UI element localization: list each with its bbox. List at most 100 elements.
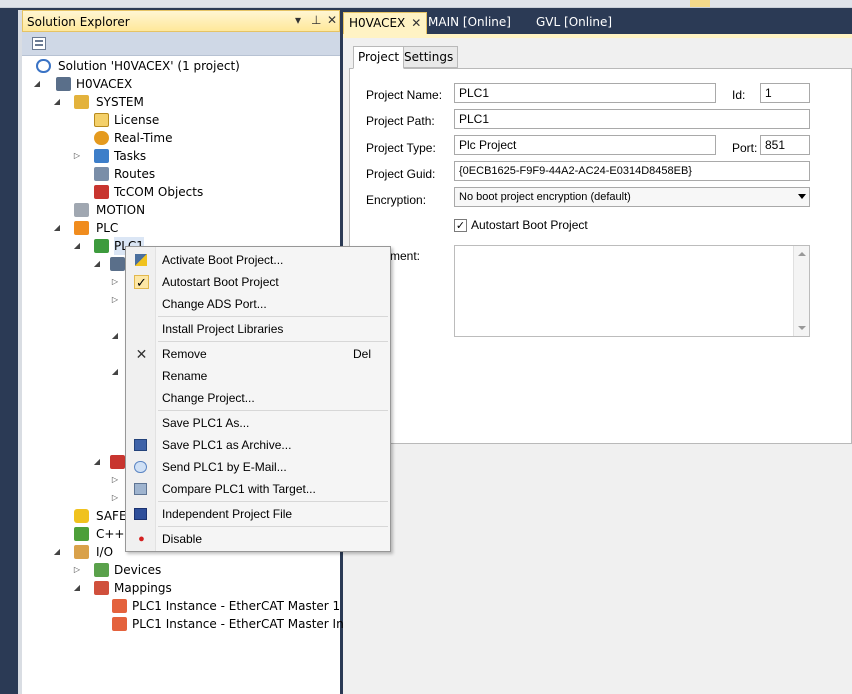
expand-toggle[interactable]: ◢ [32,75,42,93]
solution-icon [36,59,51,73]
cpp-icon [74,527,89,541]
project-guid-field[interactable]: {0ECB1625-F9F9-44A2-AC24-E0314D8458EB} [454,161,810,181]
tab-main-online[interactable]: MAIN [Online] [423,12,516,34]
tree-item-label: Routes [114,167,156,181]
tree-item-tasks[interactable]: ▷ Tasks [72,147,332,165]
autostart-checkbox[interactable]: ✓ [454,219,467,232]
expand-toggle[interactable]: ◢ [52,219,62,237]
tree-item-label: Devices [114,563,162,577]
tree-item-label: SYSTEM [96,95,144,109]
project-path-field[interactable]: PLC1 [454,109,810,129]
safety-icon [74,509,89,523]
mappings-icon [94,581,109,595]
menu-item-remove[interactable]: ✕ Remove Del [126,343,390,365]
solution-explorer-title-bar: Solution Explorer ▾ ⊥ ✕ [22,10,340,32]
id-label: Id: [732,88,746,102]
pin-icon[interactable]: ⊥ [311,13,321,27]
id-field[interactable]: 1 [760,83,810,103]
plc1-icon [94,239,109,253]
tree-item-mapping-master-1[interactable]: PLC1 Instance - EtherCAT Master 1 [112,597,340,615]
tree-item-label: Real-Time [114,131,173,145]
solution-explorer-title: Solution Explorer [27,15,130,29]
tree-item-h0vacex[interactable]: ◢ H0VACEX [32,75,332,93]
menu-item-label: Save PLC1 As... [162,416,250,430]
menu-item-independent-project-file[interactable]: Independent Project File [126,503,390,525]
menu-item-label: Autostart Boot Project [162,275,279,289]
system-icon [74,95,89,109]
tree-item-label: License [114,113,160,127]
tree-item-mappings[interactable]: ◢ Mappings [72,579,332,597]
context-menu: Activate Boot Project... ✓ Autostart Boo… [125,246,391,552]
motion-icon [74,203,89,217]
expand-toggle[interactable]: ◢ [72,579,82,597]
expand-toggle[interactable]: ◢ [72,237,82,255]
editor-body: Project Settings Project Name: PLC1 Id: … [343,34,852,694]
menu-item-autostart-boot-project[interactable]: ✓ Autostart Boot Project [126,271,390,293]
expand-toggle[interactable]: ◢ [52,543,62,561]
expand-toggle[interactable]: ▷ [72,147,82,165]
tree-item-label: TcCOM Objects [114,185,204,199]
scroll-down-icon[interactable] [798,326,806,330]
tree-item-label: Solution 'H0VACEX' (1 project) [58,59,240,73]
properties-toolbar-icon[interactable] [32,37,46,50]
menu-item-change-ads-port[interactable]: Change ADS Port... [126,293,390,315]
menu-item-send-by-email[interactable]: Send PLC1 by E-Mail... [126,456,390,478]
tree-item-devices[interactable]: ▷ Devices [72,561,332,579]
remove-icon: ✕ [135,346,148,362]
menu-item-label: Save PLC1 as Archive... [162,438,292,452]
devices-icon [94,563,109,577]
menu-item-activate-boot-project[interactable]: Activate Boot Project... [126,249,390,271]
close-panel-icon[interactable]: ✕ [327,13,337,27]
plc-project-icon [110,257,125,271]
menu-item-save-as[interactable]: Save PLC1 As... [126,412,390,434]
menu-item-label: Change ADS Port... [162,297,267,311]
menu-item-save-as-archive[interactable]: Save PLC1 as Archive... [126,434,390,456]
top-toolbar-strip [0,0,852,8]
project-type-label: Project Type: [366,141,436,155]
menu-item-label: Install Project Libraries [162,322,284,336]
expand-toggle[interactable]: ◢ [52,93,62,111]
tree-item-tccom-objects[interactable]: TcCOM Objects [94,183,334,201]
project-type-field[interactable]: Plc Project [454,135,716,155]
menu-item-compare-with-target[interactable]: Compare PLC1 with Target... [126,478,390,500]
tree-item-plc[interactable]: ◢ PLC [52,219,332,237]
port-field[interactable]: 851 [760,135,810,155]
tree-item-motion[interactable]: MOTION [74,201,334,219]
project-name-label: Project Name: [366,88,443,102]
check-icon: ✓ [134,275,149,290]
menu-item-label: Compare PLC1 with Target... [162,482,316,496]
menu-item-rename[interactable]: Rename [126,365,390,387]
tree-item-realtime[interactable]: Real-Time [94,129,334,147]
expand-toggle[interactable]: ▷ [72,561,82,579]
encryption-select[interactable]: No boot project encryption (default) [454,187,810,207]
email-icon [134,461,147,473]
tree-item-license[interactable]: License [94,111,334,129]
project-name-field[interactable]: PLC1 [454,83,716,103]
project-guid-label: Project Guid: [366,167,436,181]
tab-settings[interactable]: Settings [399,46,459,68]
disable-icon: ● [138,533,145,545]
tccom-icon [94,185,109,199]
menu-item-change-project[interactable]: Change Project... [126,387,390,409]
tasks-icon [94,149,109,163]
comment-textarea[interactable] [454,245,810,337]
tree-item-mapping-master-info[interactable]: PLC1 Instance - EtherCAT Master Info [112,615,355,633]
menu-item-disable[interactable]: ● Disable [126,528,390,550]
scroll-up-icon[interactable] [798,252,806,256]
routes-icon [94,167,109,181]
menu-item-install-project-libraries[interactable]: Install Project Libraries [126,318,390,340]
tree-item-label: Tasks [114,149,147,163]
tree-item-system[interactable]: ◢ SYSTEM [52,93,332,111]
license-icon [94,113,109,127]
tree-item-routes[interactable]: Routes [94,165,334,183]
close-tab-icon[interactable]: ✕ [411,16,421,30]
comment-scrollbar[interactable] [793,246,809,336]
menu-item-label: Independent Project File [162,507,293,521]
menu-item-label: Remove [162,347,207,361]
tab-h0vacex[interactable]: H0VACEX ✕ [343,12,428,34]
tree-item-solution[interactable]: Solution 'H0VACEX' (1 project) [36,57,336,75]
save-icon [134,508,147,520]
panel-dropdown-icon[interactable]: ▾ [295,13,301,27]
tab-gvl-online[interactable]: GVL [Online] [531,12,617,34]
tab-project[interactable]: Project [353,46,405,69]
